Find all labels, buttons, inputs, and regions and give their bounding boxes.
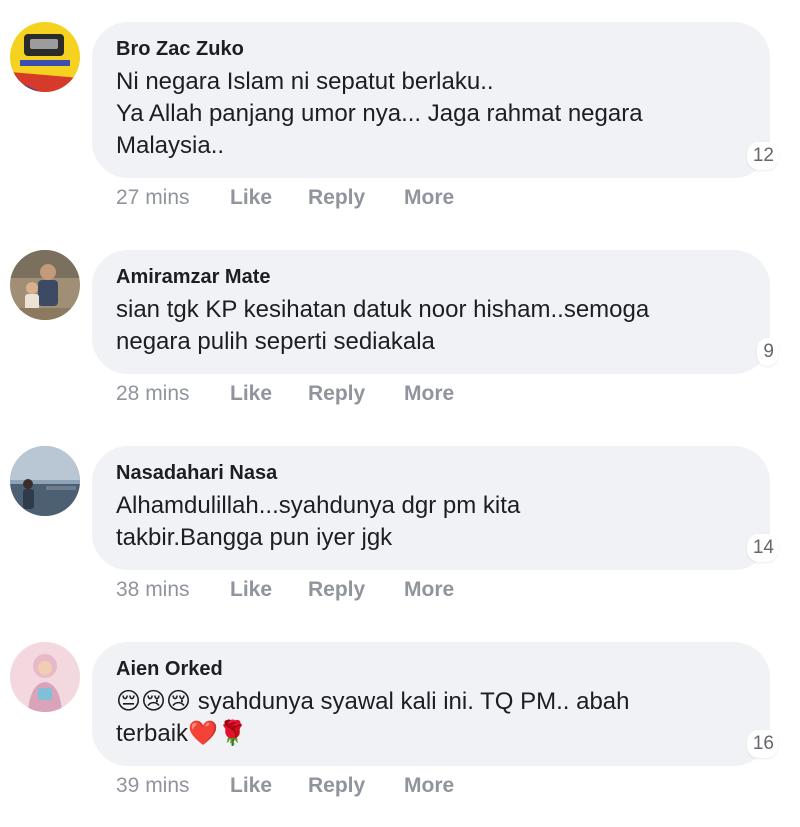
comment-line: 😔😢😢 syahdunya syawal kali ini. TQ PM.. a… (116, 688, 630, 715)
avatar[interactable] (10, 22, 80, 92)
more-button[interactable]: More (404, 774, 454, 798)
comment-timestamp[interactable]: 38 mins (116, 578, 190, 602)
comment-line: Ni negara Islam ni sepatut berlaku.. (116, 68, 494, 95)
comment-text: Ni negara Islam ni sepatut berlaku.. Ya … (116, 66, 744, 162)
like-button[interactable]: Like (230, 774, 272, 798)
landscape-photo-avatar-icon (10, 446, 80, 516)
pink-portrait-avatar-icon (10, 642, 80, 712)
more-button[interactable]: More (404, 382, 454, 406)
avatar[interactable] (10, 446, 80, 516)
reply-button[interactable]: Reply (308, 186, 365, 210)
comment-author[interactable]: Amiramzar Mate (116, 264, 744, 290)
avatar[interactable] (10, 250, 80, 320)
reply-button[interactable]: Reply (308, 774, 365, 798)
comment-bubble: Bro Zac Zuko Ni negara Islam ni sepatut … (92, 22, 778, 178)
reaction-count[interactable]: 12 (746, 142, 778, 170)
comment-bubble: Aien Orked 😔😢😢 syahdunya syawal kali ini… (92, 642, 778, 766)
more-button[interactable]: More (404, 186, 454, 210)
comment-line: sian tgk KP kesihatan datuk noor hisham.… (116, 296, 650, 323)
comment-author[interactable]: Nasadahari Nasa (116, 460, 744, 486)
reply-button[interactable]: Reply (308, 382, 365, 406)
family-photo-avatar-icon (10, 250, 80, 320)
more-button[interactable]: More (404, 578, 454, 602)
comment-line: takbir.Bangga pun iyer jgk (116, 524, 393, 551)
comment-bubble: Amiramzar Mate sian tgk KP kesihatan dat… (92, 250, 778, 374)
comment-author[interactable]: Bro Zac Zuko (116, 36, 744, 62)
like-button[interactable]: Like (230, 186, 272, 210)
comment-line: Malaysia.. (116, 132, 225, 159)
comment-line: negara pulih seperti sediakala (116, 328, 435, 355)
avatar[interactable] (10, 642, 80, 712)
comment-line: Alhamdulillah...syahdunya dgr pm kita (116, 492, 521, 519)
reply-button[interactable]: Reply (308, 578, 365, 602)
comment-line: terbaik❤️🌹 (116, 720, 248, 747)
reaction-count[interactable]: 9 (757, 338, 778, 366)
comment-timestamp[interactable]: 27 mins (116, 186, 190, 210)
comment-timestamp[interactable]: 28 mins (116, 382, 190, 406)
comment-text: sian tgk KP kesihatan datuk noor hisham.… (116, 294, 744, 358)
reaction-count[interactable]: 16 (746, 730, 778, 758)
comment-text: Alhamdulillah...syahdunya dgr pm kita ta… (116, 490, 744, 554)
comment-line: Ya Allah panjang umor nya... Jaga rahmat… (116, 100, 643, 127)
comment-bubble: Nasadahari Nasa Alhamdulillah...syahduny… (92, 446, 778, 570)
yellow-logo-avatar-icon (10, 22, 80, 92)
comment-text: 😔😢😢 syahdunya syawal kali ini. TQ PM.. a… (116, 686, 744, 750)
like-button[interactable]: Like (230, 578, 272, 602)
reaction-count[interactable]: 14 (746, 534, 778, 562)
comment-timestamp[interactable]: 39 mins (116, 774, 190, 798)
like-button[interactable]: Like (230, 382, 272, 406)
comment-author[interactable]: Aien Orked (116, 656, 744, 682)
